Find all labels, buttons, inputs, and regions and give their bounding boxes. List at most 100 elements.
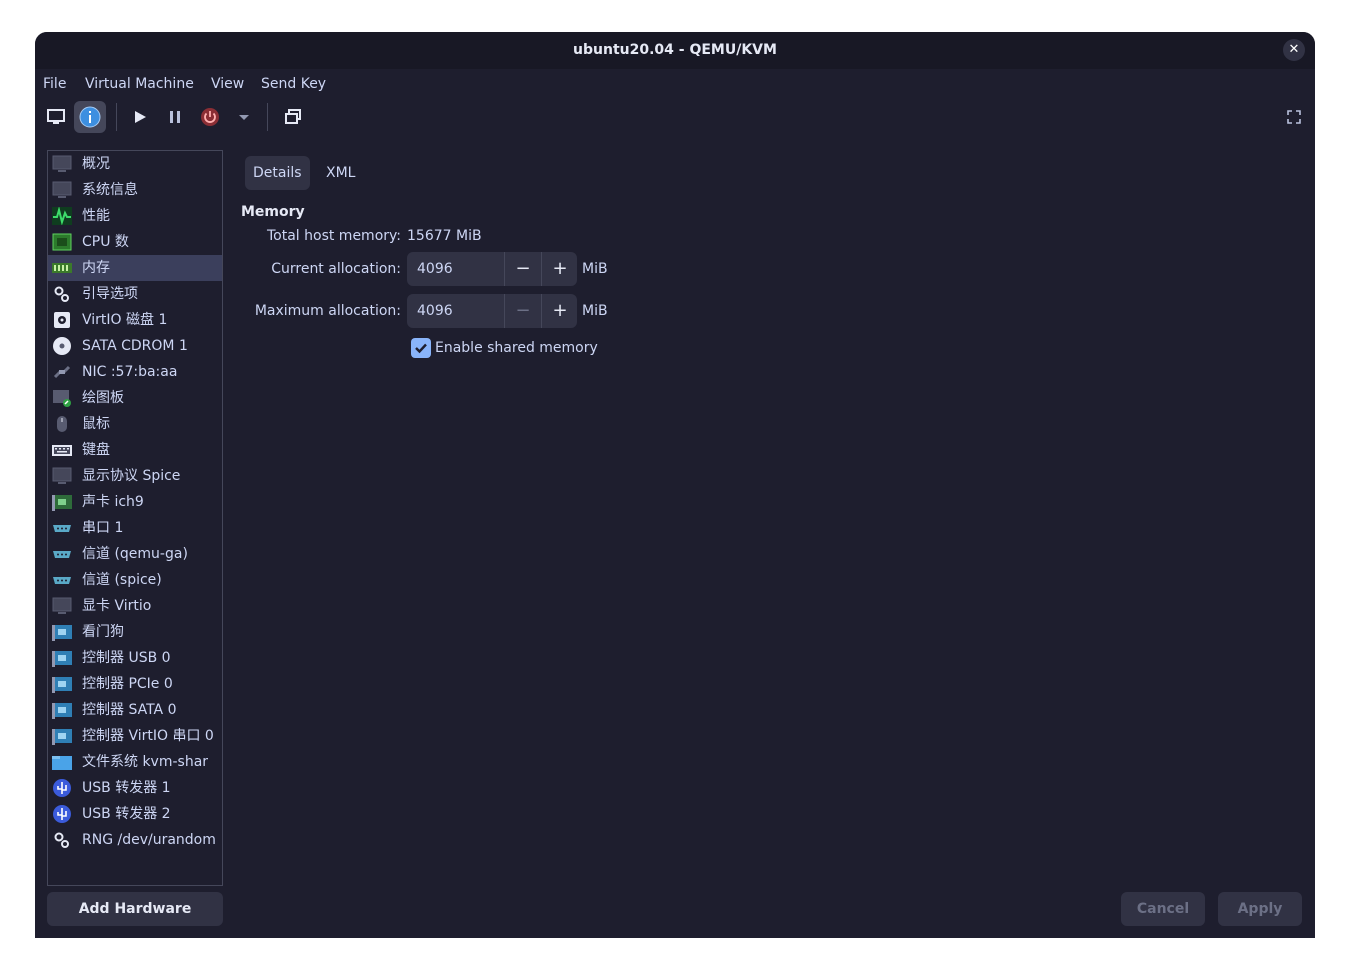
maximum-decrement-button[interactable]: − [504, 294, 541, 328]
sidebar-item-label: USB 转发器 1 [82, 780, 171, 796]
current-decrement-button[interactable]: − [504, 252, 541, 286]
keyboard-icon [52, 441, 72, 459]
sidebar-item-label: 键盘 [82, 442, 110, 458]
current-allocation-unit: MiB [582, 261, 608, 277]
toolbar [35, 99, 1315, 135]
sidebar-item[interactable]: 控制器 VirtIO 串口 0 [48, 723, 222, 749]
sidebar-item[interactable]: 控制器 PCIe 0 [48, 671, 222, 697]
current-allocation-spinner: 4096 − + [407, 252, 577, 286]
sidebar-item-label: SATA CDROM 1 [82, 338, 188, 354]
monitor-icon[interactable] [40, 101, 72, 133]
window-title: ubuntu20.04 - QEMU/KVM [573, 42, 777, 58]
sidebar-item-label: 概况 [82, 156, 110, 172]
network-icon [52, 363, 72, 381]
dropdown-icon[interactable] [228, 101, 260, 133]
sidebar-item[interactable]: VirtIO 磁盘 1 [48, 307, 222, 333]
sidebar-item[interactable]: 控制器 USB 0 [48, 645, 222, 671]
filesystem-icon [52, 753, 72, 771]
sidebar-item-label: 鼠标 [82, 416, 110, 432]
sidebar-item-label: 控制器 USB 0 [82, 650, 171, 666]
apply-button[interactable]: Apply [1218, 892, 1302, 926]
sidebar-item-label: 信道 (qemu-ga) [82, 546, 188, 562]
sidebar-item[interactable]: RNG /dev/urandom [48, 827, 222, 853]
sidebar-item-label: 显卡 Virtio [82, 598, 152, 614]
shared-memory-label[interactable]: Enable shared memory [435, 338, 598, 358]
vm-details-window: ubuntu20.04 - QEMU/KVM ✕ File Virtual Ma… [35, 32, 1315, 938]
sidebar-item[interactable]: 键盘 [48, 437, 222, 463]
sidebar-item[interactable]: 鼠标 [48, 411, 222, 437]
fullscreen-icon[interactable] [1278, 101, 1310, 133]
toolbar-separator [116, 103, 117, 131]
disk-icon [52, 311, 72, 329]
sidebar-item[interactable]: 性能 [48, 203, 222, 229]
current-increment-button[interactable]: + [541, 252, 578, 286]
sidebar-item[interactable]: 显卡 Virtio [48, 593, 222, 619]
sidebar-item-label: 串口 1 [82, 520, 124, 536]
menu-file[interactable]: File [43, 74, 66, 94]
usb-icon [52, 805, 72, 823]
rng-icon [52, 831, 72, 849]
sidebar-item-label: 系统信息 [82, 182, 138, 198]
sidebar-item[interactable]: USB 转发器 2 [48, 801, 222, 827]
info-icon[interactable] [74, 101, 106, 133]
tablet-icon [52, 389, 72, 407]
sidebar-item[interactable]: 概况 [48, 151, 222, 177]
menu-send-key[interactable]: Send Key [261, 74, 326, 94]
sidebar-item[interactable]: SATA CDROM 1 [48, 333, 222, 359]
windows-icon[interactable] [277, 101, 309, 133]
maximum-increment-button[interactable]: + [541, 294, 578, 328]
sidebar-item[interactable]: 串口 1 [48, 515, 222, 541]
cancel-button[interactable]: Cancel [1121, 892, 1205, 926]
current-allocation-input[interactable]: 4096 [417, 252, 453, 286]
controller-icon [52, 727, 72, 745]
total-host-memory-value: 15677 MiB [407, 228, 482, 244]
sound-card-icon [52, 493, 72, 511]
sidebar-item-label: CPU 数 [82, 234, 129, 250]
sidebar-item[interactable]: 绘图板 [48, 385, 222, 411]
menu-view[interactable]: View [211, 74, 244, 94]
controller-icon [52, 649, 72, 667]
tab-details[interactable]: Details [245, 156, 310, 190]
system-info-icon [52, 181, 72, 199]
sidebar-item[interactable]: 内存 [48, 255, 222, 281]
power-icon[interactable] [194, 101, 226, 133]
menubar: File Virtual Machine View Send Key [35, 69, 1315, 99]
boot-icon [52, 285, 72, 303]
serial-icon [52, 519, 72, 537]
maximum-allocation-input[interactable]: 4096 [417, 294, 453, 328]
memory-icon [52, 259, 72, 277]
sidebar-item-label: 引导选项 [82, 286, 138, 302]
sidebar-item[interactable]: USB 转发器 1 [48, 775, 222, 801]
close-icon[interactable]: ✕ [1283, 39, 1305, 61]
watchdog-icon [52, 623, 72, 641]
sidebar-item-label: USB 转发器 2 [82, 806, 171, 822]
add-hardware-button[interactable]: Add Hardware [47, 892, 223, 926]
memory-section-title: Memory [241, 204, 305, 220]
pause-icon[interactable] [159, 101, 191, 133]
sidebar-item-label: 文件系统 kvm-shar [82, 754, 209, 770]
sidebar-item[interactable]: 文件系统 kvm-shar [48, 749, 222, 775]
sidebar-item-label: 控制器 PCIe 0 [82, 676, 173, 692]
sidebar-item-label: 信道 (spice) [82, 572, 162, 588]
cpu-icon [52, 233, 72, 251]
sidebar-item[interactable]: 信道 (qemu-ga) [48, 541, 222, 567]
sidebar-item[interactable]: NIC :57:ba:aa [48, 359, 222, 385]
maximum-allocation-unit: MiB [582, 303, 608, 319]
titlebar: ubuntu20.04 - QEMU/KVM ✕ [35, 32, 1315, 69]
sidebar-item[interactable]: CPU 数 [48, 229, 222, 255]
sidebar-item[interactable]: 声卡 ich9 [48, 489, 222, 515]
sidebar-item[interactable]: 系统信息 [48, 177, 222, 203]
sidebar-item[interactable]: 控制器 SATA 0 [48, 697, 222, 723]
sidebar-item[interactable]: 显示协议 Spice [48, 463, 222, 489]
maximum-allocation-spinner: 4096 − + [407, 294, 577, 328]
mouse-icon [52, 415, 72, 433]
sidebar-item-label: NIC :57:ba:aa [82, 364, 178, 380]
menu-virtual-machine[interactable]: Virtual Machine [85, 74, 194, 94]
sidebar-item[interactable]: 看门狗 [48, 619, 222, 645]
play-icon[interactable] [124, 101, 156, 133]
sidebar-item[interactable]: 信道 (spice) [48, 567, 222, 593]
sidebar-item[interactable]: 引导选项 [48, 281, 222, 307]
overview-icon [52, 155, 72, 173]
shared-memory-checkbox[interactable] [411, 338, 431, 358]
tab-xml[interactable]: XML [318, 156, 363, 190]
